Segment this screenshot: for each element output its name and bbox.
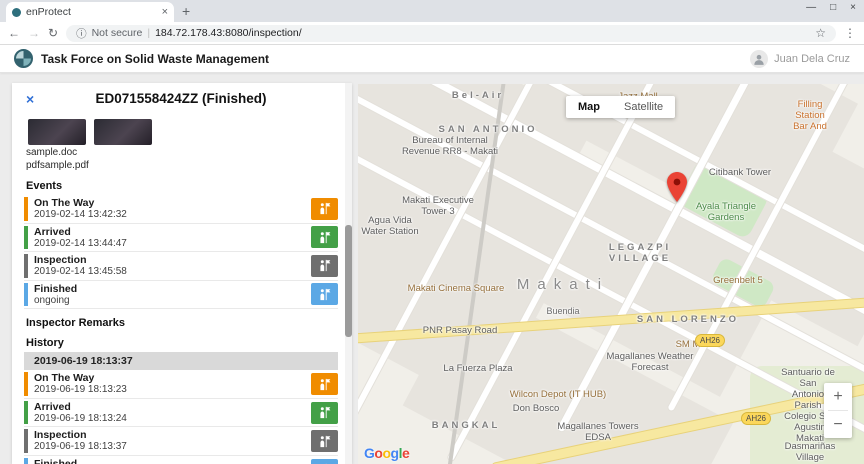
window-maximize-icon[interactable]: □ <box>830 2 836 13</box>
map-type-toggle: Map Satellite <box>566 96 676 118</box>
photo-thumbnail[interactable] <box>94 119 152 145</box>
event-timestamp: 2019-06-19 18:13:24 <box>34 412 127 424</box>
event-timestamp: 2019-02-14 13:42:32 <box>34 209 127 221</box>
history-row[interactable]: Finished 2019-06-19 18:13:37 <box>24 456 338 464</box>
inspection-title: ED071558424ZZ (Finished) <box>95 91 267 106</box>
inspector-flag-icon <box>311 373 338 396</box>
panel-scrollbar <box>345 83 352 464</box>
app-header: Task Force on Solid Waste Management Jua… <box>0 45 864 73</box>
highway-badge: AH26 <box>740 412 772 425</box>
inspector-flag-icon <box>311 458 338 464</box>
bookmark-star-icon[interactable]: ☆ <box>815 26 826 40</box>
url-input[interactable]: ⓘ Not secure | 184.72.178.43:8080/inspec… <box>66 24 836 42</box>
info-icon[interactable]: ⓘ <box>76 26 87 41</box>
browser-tab[interactable]: enProtect × <box>6 2 174 22</box>
browser-menu-icon[interactable]: ⋮ <box>844 26 856 40</box>
event-label: Arrived <box>34 400 71 413</box>
event-color-bar <box>24 225 28 250</box>
inspector-flag-icon <box>311 430 338 453</box>
user-name: Juan Dela Cruz <box>774 52 850 65</box>
remarks-section-header: Inspector Remarks <box>26 317 126 330</box>
zoom-control: + − <box>824 383 852 438</box>
window-minimize-icon[interactable]: — <box>806 2 816 13</box>
tab-strip: enProtect × + — □ × <box>0 0 864 22</box>
panel-close-icon[interactable]: × <box>26 91 34 107</box>
map-view-button[interactable]: Map <box>566 96 612 118</box>
event-label: On The Way <box>34 197 95 209</box>
event-color-bar <box>24 282 28 307</box>
event-label: On The Way <box>34 372 95 385</box>
history-row[interactable]: Inspection 2019-06-19 18:13:37 <box>24 427 338 456</box>
window-controls: — □ × <box>806 2 856 13</box>
map-canvas[interactable]: Bel-Air SAN ANTONIO LEGAZPI VILLAGE Maka… <box>358 84 864 464</box>
event-row[interactable]: On The Way 2019-02-14 13:42:32 <box>24 195 338 224</box>
event-row[interactable]: Arrived 2019-02-14 13:44:47 <box>24 224 338 253</box>
event-timestamp: 2019-02-14 13:45:58 <box>34 266 127 278</box>
browser-window: enProtect × + — □ × ← → ↻ ⓘ Not secure |… <box>0 0 864 464</box>
inspector-flag-icon <box>311 226 338 249</box>
event-row[interactable]: Finished ongoing <box>24 281 338 310</box>
event-color-bar <box>24 372 28 396</box>
event-label: Inspection <box>34 429 87 442</box>
event-timestamp: 2019-06-19 18:13:23 <box>34 384 127 396</box>
omnibox-separator: | <box>147 27 151 39</box>
panel-scrollbar-thumb[interactable] <box>345 225 352 337</box>
tab-favicon-icon <box>12 7 21 17</box>
user-menu[interactable]: Juan Dela Cruz <box>750 49 850 68</box>
history-section-header: History <box>26 337 64 350</box>
forward-icon[interactable]: → <box>28 26 40 40</box>
inspection-detail-panel: × ED071558424ZZ (Finished) sample.doc pd… <box>12 83 352 464</box>
event-color-bar <box>24 429 28 453</box>
user-avatar-icon <box>750 49 769 68</box>
events-section-header: Events <box>26 180 63 192</box>
tab-close-icon[interactable]: × <box>162 6 168 18</box>
inspector-flag-icon <box>311 254 338 277</box>
address-bar: ← → ↻ ⓘ Not secure | 184.72.178.43:8080/… <box>0 22 864 45</box>
app-title: Task Force on Solid Waste Management <box>41 51 270 66</box>
history-date-group[interactable]: 2019-06-19 18:13:37 <box>24 352 338 371</box>
photo-thumbnail[interactable] <box>28 119 86 145</box>
event-color-bar <box>24 457 28 464</box>
app-logo-icon <box>14 49 33 68</box>
inspector-flag-icon <box>311 401 338 424</box>
event-color-bar <box>24 254 28 278</box>
inspector-flag-icon <box>311 283 338 306</box>
event-label: Arrived <box>34 225 71 238</box>
inspector-flag-icon <box>311 197 338 220</box>
event-timestamp: 2019-02-14 13:44:47 <box>34 237 127 249</box>
history-row[interactable]: Arrived 2019-06-19 18:13:24 <box>24 399 338 428</box>
back-icon[interactable]: ← <box>8 26 20 40</box>
event-timestamp: ongoing <box>34 294 70 306</box>
google-logo[interactable]: Google <box>364 445 410 461</box>
event-row[interactable]: Inspection 2019-02-14 13:45:58 <box>24 252 338 281</box>
zoom-out-button[interactable]: − <box>824 411 852 438</box>
window-close-icon[interactable]: × <box>850 2 856 13</box>
event-label: Inspection <box>34 254 87 267</box>
attachment-thumbnails <box>28 119 338 145</box>
satellite-view-button[interactable]: Satellite <box>612 96 676 118</box>
zoom-in-button[interactable]: + <box>824 383 852 410</box>
new-tab-button[interactable]: + <box>182 3 190 19</box>
url-text: 184.72.178.43:8080/inspection/ <box>155 27 302 39</box>
event-color-bar <box>24 197 28 221</box>
not-secure-label: Not secure <box>91 27 143 39</box>
event-label: Finished <box>34 282 78 295</box>
history-row[interactable]: On The Way 2019-06-19 18:13:23 <box>24 370 338 399</box>
attachment-link[interactable]: pdfsample.pdf <box>26 160 338 173</box>
attachment-link[interactable]: sample.doc <box>26 147 338 160</box>
event-label: Finished <box>34 457 78 464</box>
highway-badge: AH26 <box>694 334 726 347</box>
event-color-bar <box>24 400 28 425</box>
event-timestamp: 2019-06-19 18:13:37 <box>34 441 127 453</box>
location-marker-icon[interactable] <box>667 172 687 202</box>
refresh-icon[interactable]: ↻ <box>48 26 58 40</box>
tab-title: enProtect <box>26 6 71 18</box>
